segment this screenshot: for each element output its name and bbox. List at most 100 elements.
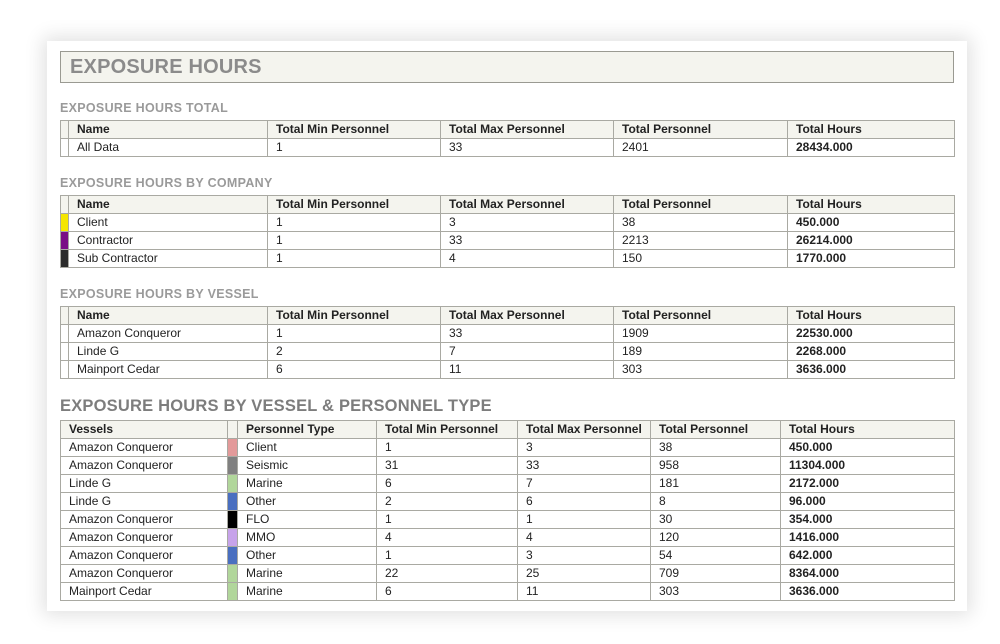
min-cell: 6 <box>267 360 441 379</box>
vessel-type-body: Amazon Conqueror Client 1 3 38 450.000 Amazon … <box>60 438 955 601</box>
color-swatch <box>227 510 238 529</box>
column-header: Name <box>68 195 268 214</box>
personnel-type-cell: Client <box>237 438 377 457</box>
hours-cell: 2268.000 <box>787 342 955 361</box>
company-table: Name Total Min Personnel Total Max Perso… <box>60 195 955 268</box>
color-swatch <box>227 564 238 583</box>
personnel-cell: 181 <box>650 474 781 493</box>
max-cell: 25 <box>517 564 651 583</box>
hours-cell: 3636.000 <box>780 582 955 601</box>
personnel-cell: 30 <box>650 510 781 529</box>
color-swatch <box>227 438 238 457</box>
max-cell: 33 <box>440 231 614 250</box>
max-cell: 33 <box>440 324 614 343</box>
hours-cell: 11304.000 <box>780 456 955 475</box>
page-title: EXPOSURE HOURS <box>70 56 262 78</box>
max-cell: 33 <box>517 456 651 475</box>
vessel-type-table: Vessels Personnel Type Total Min Personn… <box>60 420 955 601</box>
personnel-cell: 189 <box>613 342 788 361</box>
table-row: All Data 1 33 2401 28434.000 <box>60 138 955 157</box>
color-swatch <box>227 528 238 547</box>
table-row: Amazon Conqueror 1 33 1909 22530.000 <box>60 324 955 343</box>
column-header: Total Max Personnel <box>440 195 614 214</box>
name-cell: Sub Contractor <box>68 249 268 268</box>
column-header: Total Min Personnel <box>376 420 518 439</box>
personnel-type-cell: Marine <box>237 582 377 601</box>
name-cell: Amazon Conqueror <box>68 324 268 343</box>
personnel-cell: 2401 <box>613 138 788 157</box>
table-row: Mainport Cedar 6 11 303 3636.000 <box>60 360 955 379</box>
personnel-type-cell: MMO <box>237 528 377 547</box>
max-cell: 33 <box>440 138 614 157</box>
hours-cell: 26214.000 <box>787 231 955 250</box>
min-cell: 1 <box>267 138 441 157</box>
hours-cell: 1416.000 <box>780 528 955 547</box>
swatch-cell <box>60 360 69 379</box>
vessel-cell: Amazon Conqueror <box>60 510 228 529</box>
min-cell: 1 <box>376 438 518 457</box>
personnel-cell: 8 <box>650 492 781 511</box>
personnel-cell: 150 <box>613 249 788 268</box>
column-header: Total Min Personnel <box>267 120 441 139</box>
name-cell: Mainport Cedar <box>68 360 268 379</box>
hours-cell: 8364.000 <box>780 564 955 583</box>
personnel-cell: 38 <box>650 438 781 457</box>
personnel-type-cell: Other <box>237 492 377 511</box>
personnel-cell: 120 <box>650 528 781 547</box>
min-cell: 31 <box>376 456 518 475</box>
min-cell: 4 <box>376 528 518 547</box>
table-row: Sub Contractor 1 4 150 1770.000 <box>60 249 955 268</box>
min-cell: 1 <box>267 213 441 232</box>
section-title-total: EXPOSURE HOURS TOTAL <box>60 101 229 115</box>
table-header-row: Name Total Min Personnel Total Max Perso… <box>60 120 955 139</box>
personnel-cell: 303 <box>650 582 781 601</box>
column-header: Total Personnel <box>650 420 781 439</box>
column-header: Total Hours <box>787 195 955 214</box>
column-header: Vessels <box>60 420 228 439</box>
min-cell: 1 <box>267 249 441 268</box>
personnel-cell: 303 <box>613 360 788 379</box>
min-cell: 22 <box>376 564 518 583</box>
min-cell: 2 <box>376 492 518 511</box>
hours-cell: 96.000 <box>780 492 955 511</box>
hours-cell: 2172.000 <box>780 474 955 493</box>
table-row: Linde G Other 2 6 8 96.000 <box>60 492 955 511</box>
max-cell: 11 <box>440 360 614 379</box>
column-header: Total Personnel <box>613 120 788 139</box>
vessel-cell: Linde G <box>60 474 228 493</box>
vessel-table: Name Total Min Personnel Total Max Perso… <box>60 306 955 379</box>
column-header: Total Max Personnel <box>517 420 651 439</box>
column-header: Personnel Type <box>237 420 377 439</box>
table-header-row: Name Total Min Personnel Total Max Perso… <box>60 195 955 214</box>
column-header: Total Max Personnel <box>440 120 614 139</box>
column-header: Total Personnel <box>613 195 788 214</box>
vessel-cell: Amazon Conqueror <box>60 528 228 547</box>
table-header-row: Vessels Personnel Type Total Min Personn… <box>60 420 955 439</box>
min-cell: 1 <box>267 231 441 250</box>
personnel-cell: 2213 <box>613 231 788 250</box>
color-swatch <box>60 249 69 268</box>
column-header: Total Min Personnel <box>267 306 441 325</box>
personnel-cell: 38 <box>613 213 788 232</box>
swatch-cell <box>60 342 69 361</box>
page-title-box: EXPOSURE HOURS <box>60 51 954 83</box>
table-row: Amazon Conqueror FLO 1 1 30 354.000 <box>60 510 955 529</box>
total-table: Name Total Min Personnel Total Max Perso… <box>60 120 955 157</box>
report-sheet: EXPOSURE HOURS EXPOSURE HOURS TOTAL Name… <box>47 41 967 611</box>
hours-cell: 28434.000 <box>787 138 955 157</box>
min-cell: 1 <box>376 510 518 529</box>
personnel-type-cell: Marine <box>237 564 377 583</box>
column-header: Total Hours <box>787 306 955 325</box>
personnel-type-cell: Other <box>237 546 377 565</box>
max-cell: 6 <box>517 492 651 511</box>
name-cell: Contractor <box>68 231 268 250</box>
table-row: Linde G 2 7 189 2268.000 <box>60 342 955 361</box>
personnel-type-cell: FLO <box>237 510 377 529</box>
hours-cell: 642.000 <box>780 546 955 565</box>
max-cell: 7 <box>517 474 651 493</box>
name-cell: All Data <box>68 138 268 157</box>
personnel-cell: 54 <box>650 546 781 565</box>
color-swatch <box>227 546 238 565</box>
column-header: Total Hours <box>780 420 955 439</box>
color-swatch <box>227 582 238 601</box>
